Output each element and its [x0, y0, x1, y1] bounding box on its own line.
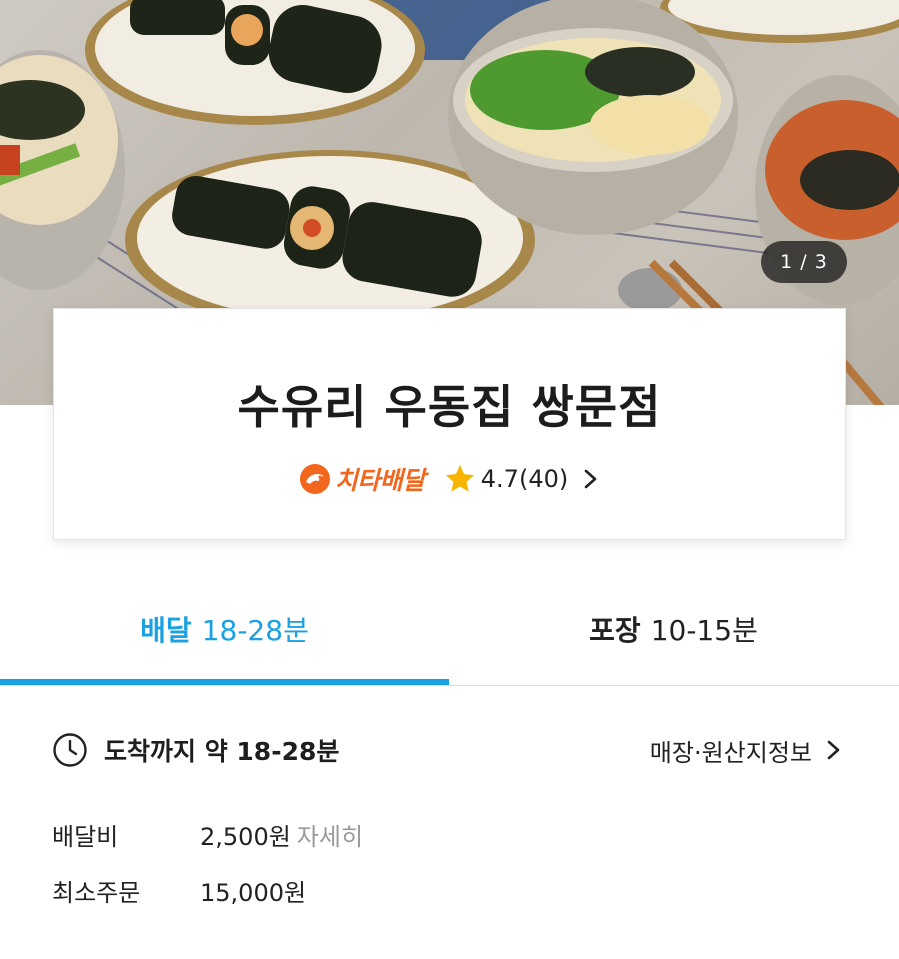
clock-icon — [53, 733, 87, 767]
min-order-label: 최소주문 — [52, 878, 141, 907]
tab-delivery[interactable]: 배달 18-28분 — [0, 590, 449, 686]
order-type-tabs: 배달 18-28분 포장 10-15분 — [0, 590, 899, 686]
delivery-brand-logo: 치타배달 — [299, 461, 425, 497]
delivery-fee-detail-link[interactable]: 자세히 — [297, 817, 363, 852]
delivery-brand-name: 치타배달 — [334, 466, 426, 495]
arrival-estimate: 도착까지 약 18-28분 — [104, 737, 340, 766]
store-name: 수유리 우동집 쌍문점 — [237, 380, 662, 434]
delivery-fee-label: 배달비 — [52, 822, 119, 851]
delivery-fee-value: 2,500원 — [200, 822, 291, 851]
active-tab-indicator — [0, 679, 449, 685]
rating-value: 4.7(40) — [480, 465, 569, 493]
rating-row[interactable]: 치타배달 4.7(40) — [54, 459, 845, 499]
chevron-right-icon — [827, 740, 840, 760]
tab-pickup[interactable]: 포장 10-15분 — [449, 590, 898, 686]
cheetah-icon — [299, 464, 330, 494]
tab-pickup-label: 포장 — [589, 614, 641, 647]
tab-delivery-label: 배달 — [140, 614, 192, 647]
min-order-row: 최소주문 15,000원 — [52, 868, 842, 912]
tab-pickup-time: 10-15분 — [650, 614, 758, 647]
tab-delivery-time: 18-28분 — [201, 614, 309, 647]
store-info-card: 수유리 우동집 쌍문점 치타배달 4.7(40) — [53, 308, 846, 540]
min-order-value: 15,000원 — [200, 878, 307, 907]
delivery-fee-row: 배달비 2,500원 자세히 — [52, 812, 842, 856]
star-icon — [445, 464, 474, 492]
image-page-counter: 1 / 3 — [761, 241, 847, 283]
chevron-right-icon[interactable] — [582, 468, 600, 490]
fee-info: 배달비 2,500원 자세히 최소주문 15,000원 — [52, 812, 842, 924]
store-origin-info-label: 매장·원산지정보 — [649, 738, 812, 767]
arrival-time-row: 도착까지 약 18-28분 매장·원산지정보 — [52, 728, 842, 772]
store-origin-info-link[interactable]: 매장·원산지정보 — [650, 733, 842, 768]
